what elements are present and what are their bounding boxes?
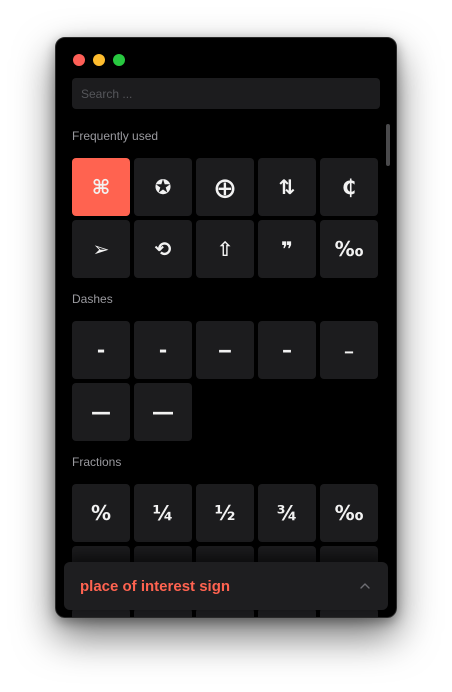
symbol-glyph: ¾ [276, 501, 298, 525]
symbol-tile[interactable]: ✪ [134, 158, 192, 216]
symbol-tile[interactable]: % [72, 484, 130, 542]
symbol-glyph: ⟲ [154, 237, 172, 261]
symbol-tile[interactable]: ¾ [258, 484, 316, 542]
symbol-tile[interactable]: ⌘ [72, 158, 130, 216]
chevron-up-icon[interactable] [358, 579, 372, 593]
zoom-button[interactable] [113, 54, 125, 66]
symbol-glyph: ‒ [218, 338, 232, 362]
symbol-tile[interactable]: ½ [196, 484, 254, 542]
symbol-picker-window: Frequently used ⌘ ✪ ⨁ ⇅ ₵ ➢ ⟲ ⇧ ❞ ‰ Dashes ‐ ‑ ‒ – ﹣ — ― Fr… [55, 37, 397, 618]
close-button[interactable] [73, 54, 85, 66]
section-title: Dashes [72, 292, 113, 306]
symbol-glyph: ‰ [334, 237, 364, 261]
symbol-tile[interactable]: ‰ [320, 220, 378, 278]
symbol-tile[interactable]: ‐ [72, 321, 130, 379]
symbol-tile[interactable]: ➢ [72, 220, 130, 278]
symbol-tile[interactable]: ‒ [196, 321, 254, 379]
symbol-tile[interactable]: ⇅ [258, 158, 316, 216]
symbol-glyph: ‰ [334, 501, 364, 525]
symbol-tile[interactable]: ― [134, 383, 192, 441]
search-input[interactable] [72, 78, 380, 109]
symbol-tile[interactable]: ❞ [258, 220, 316, 278]
symbol-tile[interactable]: ⟲ [134, 220, 192, 278]
symbol-glyph: ✪ [154, 175, 172, 199]
symbol-tile[interactable]: ⇧ [196, 220, 254, 278]
symbol-glyph: — [91, 400, 111, 424]
symbol-glyph: ➢ [92, 237, 110, 261]
symbol-glyph: ¼ [152, 501, 174, 525]
section-title: Fractions [72, 455, 122, 469]
symbol-glyph: ﹣ [339, 338, 359, 362]
symbol-glyph: ½ [214, 501, 236, 525]
symbol-tile[interactable]: ﹣ [320, 321, 378, 379]
symbol-glyph: ‐ [96, 338, 106, 362]
symbol-glyph: ❞ [281, 237, 293, 261]
symbol-tile[interactable]: — [72, 383, 130, 441]
symbol-glyph: % [90, 501, 112, 525]
symbol-list[interactable]: Frequently used ⌘ ✪ ⨁ ⇅ ₵ ➢ ⟲ ⇧ ❞ ‰ Dashes ‐ ‑ ‒ – ﹣ — ― Fr… [56, 122, 396, 617]
section-title: Frequently used [72, 129, 159, 143]
symbol-glyph: ⨁ [215, 175, 235, 199]
symbol-glyph: ⌘ [91, 175, 111, 199]
symbol-glyph: – [282, 338, 292, 362]
scrollbar-thumb[interactable] [386, 124, 390, 166]
symbol-tile[interactable]: ¼ [134, 484, 192, 542]
selected-symbol-bar[interactable]: place of interest sign [64, 562, 388, 610]
symbol-glyph: ⇧ [216, 237, 234, 261]
symbol-glyph: ― [153, 400, 173, 424]
symbol-tile[interactable]: ‑ [134, 321, 192, 379]
symbol-tile[interactable]: – [258, 321, 316, 379]
minimize-button[interactable] [93, 54, 105, 66]
symbol-glyph: ₵ [342, 175, 356, 199]
symbol-glyph: ⇅ [278, 175, 296, 199]
symbol-glyph: ‑ [158, 338, 168, 362]
selected-symbol-name: place of interest sign [80, 577, 231, 595]
symbol-tile[interactable]: ⨁ [196, 158, 254, 216]
symbol-tile[interactable]: ₵ [320, 158, 378, 216]
symbol-tile[interactable]: ‰ [320, 484, 378, 542]
